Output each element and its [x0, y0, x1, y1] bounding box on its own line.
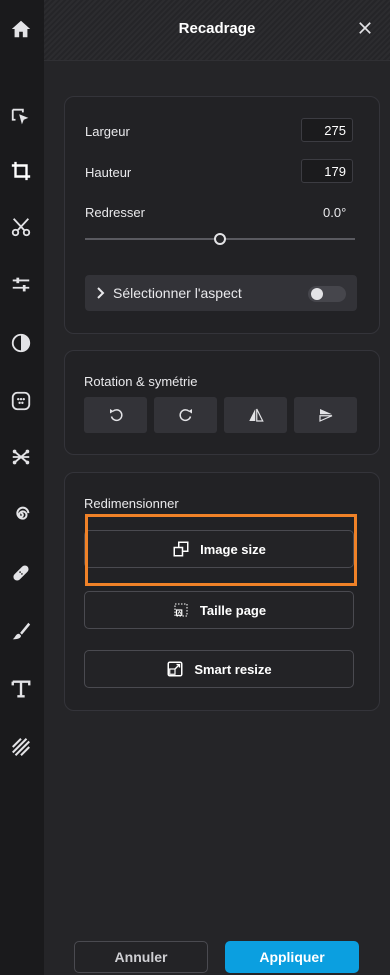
chevron-right-icon: [95, 286, 107, 299]
crop-panel: Recadrage Largeur Hauteur Redresser 0.0°…: [44, 0, 390, 975]
text-icon[interactable]: [8, 676, 34, 702]
flip-horizontal-icon: [248, 408, 264, 422]
bandage-icon[interactable]: [8, 560, 34, 586]
crop-icon[interactable]: [8, 158, 34, 184]
flip-horizontal-button[interactable]: [224, 397, 287, 433]
rotate-left-icon: [109, 409, 123, 422]
page-size-label: Taille page: [199, 602, 267, 618]
smart-resize-icon: [167, 661, 183, 677]
image-size-icon: [173, 541, 189, 557]
brush-icon[interactable]: [8, 618, 34, 644]
flip-vertical-icon: [318, 409, 332, 422]
width-input[interactable]: [301, 118, 353, 142]
select-aspect-label: Sélectionner l'aspect: [113, 285, 242, 301]
apply-button[interactable]: Appliquer: [225, 941, 359, 973]
panel-title: Recadrage: [178, 20, 256, 37]
straighten-slider-thumb[interactable]: [214, 233, 226, 245]
filter-icon[interactable]: [8, 388, 34, 414]
close-icon[interactable]: [354, 17, 376, 39]
straighten-label: Redresser: [85, 205, 145, 220]
image-size-label: Image size: [200, 541, 266, 557]
resize-title: Redimensionner: [84, 496, 179, 511]
panel-header: Recadrage: [44, 0, 390, 61]
effects-icon[interactable]: [8, 444, 34, 470]
select-cursor-icon[interactable]: [8, 104, 34, 130]
crop-size-card: Largeur Hauteur Redresser 0.0° Sélection…: [64, 96, 380, 334]
smart-resize-label: Smart resize: [194, 661, 272, 677]
page-size-button[interactable]: Taille page: [84, 591, 354, 629]
width-label: Largeur: [85, 124, 130, 139]
home-icon[interactable]: [8, 16, 34, 42]
sliders-icon[interactable]: [8, 272, 34, 298]
flip-vertical-button[interactable]: [294, 397, 357, 433]
select-aspect-button[interactable]: Sélectionner l'aspect: [85, 275, 357, 311]
scissors-icon[interactable]: [8, 214, 34, 240]
smart-resize-button[interactable]: Smart resize: [84, 650, 354, 688]
rotate-left-button[interactable]: [84, 397, 147, 433]
rotate-right-button[interactable]: [154, 397, 217, 433]
height-input[interactable]: [301, 159, 353, 183]
straighten-value: 0.0°: [323, 205, 347, 220]
image-size-button[interactable]: Image size: [84, 530, 354, 568]
cancel-button[interactable]: Annuler: [74, 941, 208, 973]
tool-sidebar: [0, 0, 44, 975]
aspect-toggle-knob: [311, 288, 323, 300]
contrast-icon[interactable]: [8, 330, 34, 356]
texture-icon[interactable]: [8, 734, 34, 760]
aspect-toggle[interactable]: [308, 286, 346, 302]
height-label: Hauteur: [85, 165, 132, 180]
spiral-icon[interactable]: [8, 502, 34, 528]
page-size-icon: [174, 603, 188, 617]
rotate-right-icon: [178, 409, 192, 422]
rotation-title: Rotation & symétrie: [84, 374, 198, 389]
